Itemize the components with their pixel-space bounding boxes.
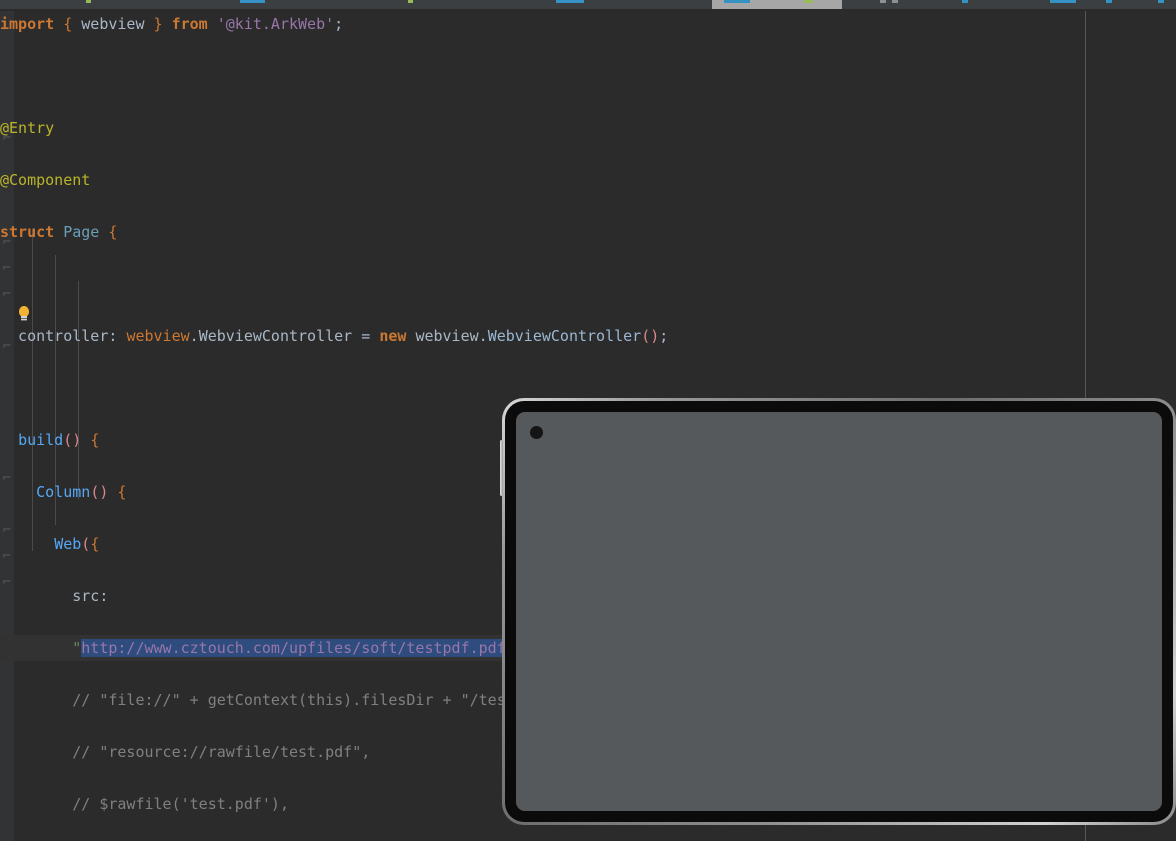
- device-side-button[interactable]: [500, 440, 503, 496]
- code-line[interactable]: [0, 271, 1085, 297]
- device-bezel: [505, 401, 1173, 822]
- mark-green-1[interactable]: [86, 0, 91, 3]
- mark-blue-5[interactable]: [1050, 0, 1076, 3]
- selected-url[interactable]: http://www.cztouch.com/upfiles/soft/test…: [81, 639, 506, 657]
- code-line[interactable]: controller: webview.WebviewController = …: [0, 323, 1085, 349]
- code-line[interactable]: struct Page {: [0, 219, 1085, 245]
- mark-green-4[interactable]: [804, 0, 813, 3]
- top-toolbar[interactable]: [0, 0, 1176, 9]
- mark-blue-3[interactable]: [724, 0, 750, 3]
- mark-blue-1[interactable]: [240, 0, 265, 3]
- mark-green-2[interactable]: [408, 0, 413, 3]
- mark-gray-2[interactable]: [892, 0, 898, 3]
- mark-blue-6[interactable]: [1106, 0, 1112, 3]
- device-screen[interactable]: [516, 412, 1162, 811]
- code-line[interactable]: @Entry: [0, 115, 1085, 141]
- camera-icon: [530, 426, 543, 439]
- mark-blue-4[interactable]: [962, 0, 968, 3]
- device-preview-frame[interactable]: [500, 398, 1176, 825]
- code-line[interactable]: [0, 63, 1085, 89]
- mark-gray-1[interactable]: [880, 0, 886, 3]
- code-line[interactable]: @Component: [0, 167, 1085, 193]
- mark-blue-7[interactable]: [1158, 0, 1164, 3]
- editor-window: ⌐ ⌐ ⌐ ⌐ ⌐ ⌐ ⌐ ⌐ ⌐ import { webview } fro…: [0, 0, 1176, 841]
- code-line[interactable]: import { webview } from '@kit.ArkWeb';: [0, 11, 1085, 37]
- mark-blue-2[interactable]: [556, 0, 584, 3]
